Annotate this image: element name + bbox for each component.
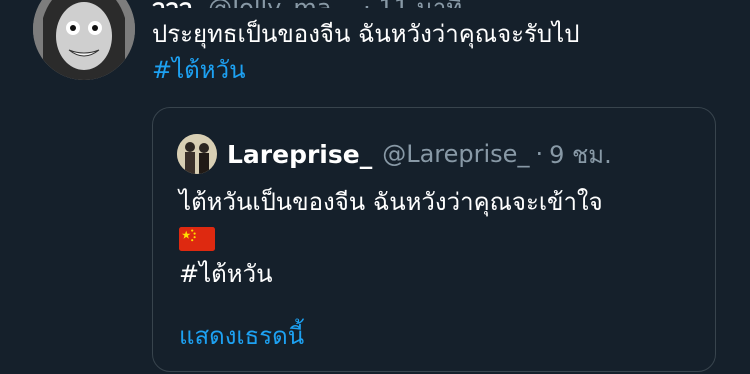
quote-timestamp[interactable]: 9 ชม. [549, 135, 612, 174]
show-thread-link[interactable]: แสดงเธรดนี้ [179, 316, 304, 355]
author-name[interactable]: ววว [152, 0, 192, 8]
china-flag-icon [179, 227, 215, 251]
quote-separator: · [535, 140, 544, 168]
quote-header: Lareprise_ @Lareprise_ · 9 ชม. [177, 132, 612, 176]
tweet-meta: ววว @Jolly_ma… · 11 นาที [152, 0, 572, 8]
author-avatar[interactable] [33, 0, 135, 80]
quote-tweet-card[interactable]: Lareprise_ @Lareprise_ · 9 ชม. ไต้หวันเป… [152, 107, 716, 372]
tweet[interactable]: ววว @Jolly_ma… · 11 นาที ประยุทธเป็นของจ… [0, 0, 750, 374]
quote-body: ไต้หวันเป็นของจีน ฉันหวังว่าคุณจะเข้าใจ [179, 188, 603, 216]
tweet-text: ประยุทธเป็นของจีน ฉันหวังว่าคุณจะรับไป #… [152, 16, 712, 88]
quote-author-name[interactable]: Lareprise_ [227, 140, 372, 169]
quote-author-handle[interactable]: @Lareprise_ [382, 140, 529, 168]
author-handle-time[interactable]: @Jolly_ma… · 11 นาที [208, 0, 462, 8]
face-avatar-icon [33, 0, 135, 80]
quote-text: ไต้หวันเป็นของจีน ฉันหวังว่าคุณจะเข้าใจ … [179, 184, 699, 292]
quote-avatar[interactable] [177, 134, 217, 174]
tweet-body: ประยุทธเป็นของจีน ฉันหวังว่าคุณจะรับไป [152, 20, 580, 48]
quote-hashtag[interactable]: #ไต้หวัน [179, 256, 699, 292]
group-photo-avatar-icon [177, 134, 217, 174]
tweet-hashtag-link[interactable]: #ไต้หวัน [152, 52, 712, 88]
